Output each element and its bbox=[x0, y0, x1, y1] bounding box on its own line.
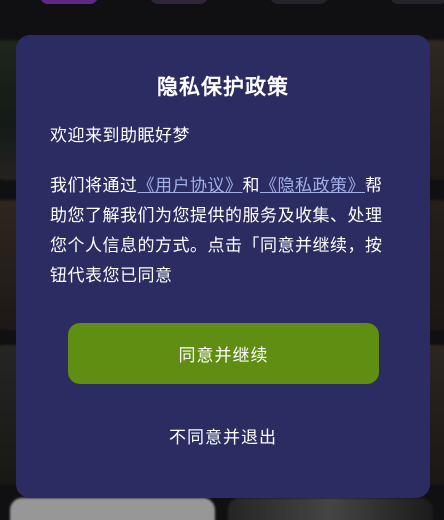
body-prefix: 我们将通过 bbox=[50, 176, 138, 196]
disagree-and-exit-button[interactable]: 不同意并退出 bbox=[16, 423, 430, 448]
privacy-policy-link[interactable]: 《隐私政策》 bbox=[260, 176, 365, 196]
body-conjunction: 和 bbox=[242, 176, 260, 196]
screen: 隐私保护政策 欢迎来到助眠好梦 我们将通过《用户协议》和《隐私政策》帮助您了解我… bbox=[0, 0, 444, 520]
agree-and-continue-button[interactable]: 同意并继续 bbox=[68, 323, 379, 384]
greeting-text: 欢迎来到助眠好梦 bbox=[50, 126, 190, 146]
privacy-dialog: 隐私保护政策 欢迎来到助眠好梦 我们将通过《用户协议》和《隐私政策》帮助您了解我… bbox=[16, 35, 430, 498]
dialog-body: 我们将通过《用户协议》和《隐私政策》帮助您了解我们为您提供的服务及收集、处理您个… bbox=[50, 171, 395, 291]
user-agreement-link[interactable]: 《用户协议》 bbox=[138, 176, 243, 196]
dialog-title: 隐私保护政策 bbox=[157, 75, 289, 99]
